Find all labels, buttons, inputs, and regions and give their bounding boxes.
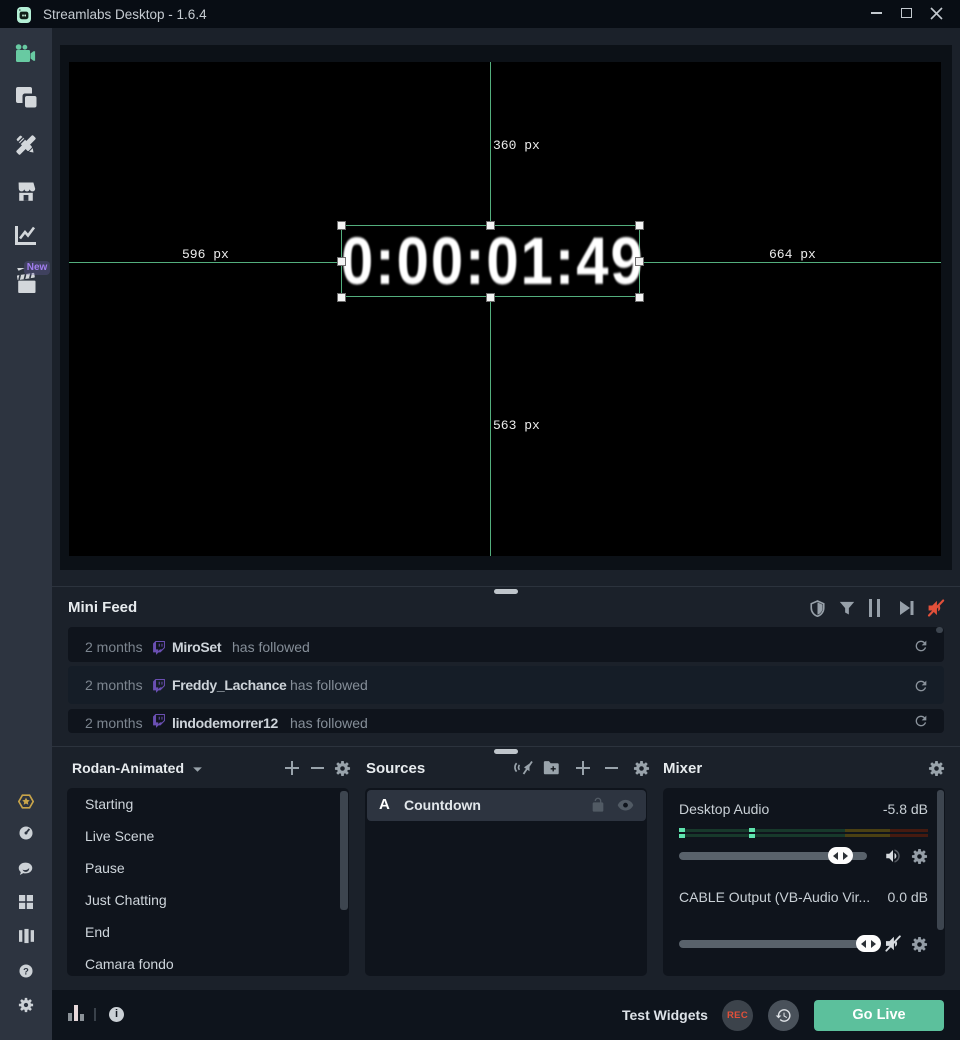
- svg-text:?: ?: [23, 966, 29, 976]
